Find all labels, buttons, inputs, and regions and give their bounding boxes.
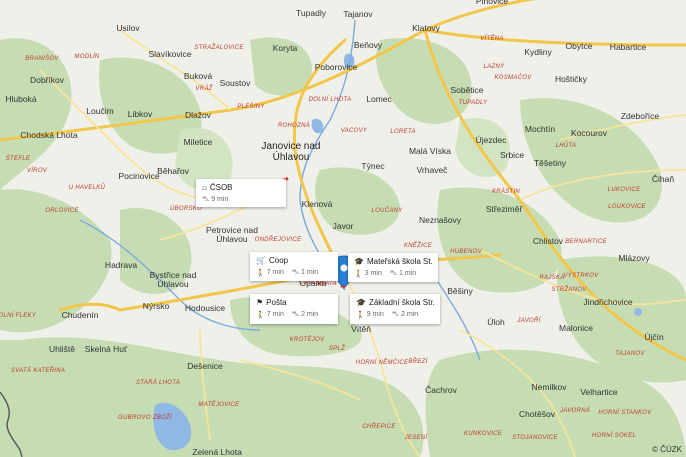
poi-walk-time: 7 min	[266, 269, 284, 276]
walk-icon: 🚶	[356, 311, 365, 319]
poi-drive-time: 2 min	[301, 311, 319, 318]
school-icon: 🎓	[354, 257, 364, 266]
bank-icon: ⌂	[202, 183, 207, 192]
poi-card-csob[interactable]: ⌂ ČSOB ⛍ 9 min	[196, 179, 286, 207]
poi-name: Základní škola Str...	[368, 298, 434, 307]
poi-walk-time: 9 min	[366, 311, 384, 318]
poi-drive-time: 2 min	[401, 311, 419, 318]
poi-name: Pošta	[266, 298, 287, 307]
poi-walk-time: 3 min	[364, 270, 382, 277]
car-icon: ⛍	[391, 311, 400, 318]
poi-card-coop[interactable]: 🛒 Coop 🚶 7 min ⛍ 1 min	[250, 252, 338, 281]
map-base-layer	[0, 0, 686, 457]
walk-icon: 🚶	[354, 270, 363, 278]
poi-walk-time: 7 min	[266, 311, 284, 318]
pointer-arrow-icon: ➜	[283, 176, 289, 183]
poi-name: Coop	[268, 256, 289, 265]
car-icon: ⛍	[389, 270, 398, 277]
poi-card-posta[interactable]: ⚑ Pošta 🚶 7 min ⛍ 2 min	[250, 294, 338, 324]
poi-name: ČSOB	[209, 183, 233, 192]
pointer-arrow-icon: ➜	[340, 284, 346, 291]
car-icon: ⛍	[291, 269, 300, 276]
map-canvas[interactable]: Tupadly Tajanov Pinovice Usilov Koryta Beňovy…	[0, 0, 686, 457]
post-office-icon: ⚑	[256, 298, 264, 307]
walk-icon: 🚶	[256, 311, 265, 319]
poi-card-materska-skola[interactable]: 🎓 Mateřská škola St... 🚶 3 min ⛍ 1 min	[348, 253, 438, 282]
map-attribution: © ČÚZK	[652, 445, 682, 454]
car-icon: ⛍	[202, 196, 210, 203]
car-icon: ⛍	[291, 311, 300, 318]
school-icon: 🎓	[356, 298, 366, 307]
poi-card-zakladni-skola[interactable]: 🎓 Základní škola Str... 🚶 9 min ⛍ 2 min	[350, 294, 440, 324]
walk-icon: 🚶	[256, 269, 265, 277]
poi-drive-time: 1 min	[399, 270, 417, 277]
poi-name: Mateřská škola St...	[366, 257, 432, 266]
poi-drive-time: 9 min	[211, 196, 229, 203]
shopping-cart-icon: 🛒	[256, 256, 266, 265]
poi-drive-time: 1 min	[301, 269, 319, 276]
